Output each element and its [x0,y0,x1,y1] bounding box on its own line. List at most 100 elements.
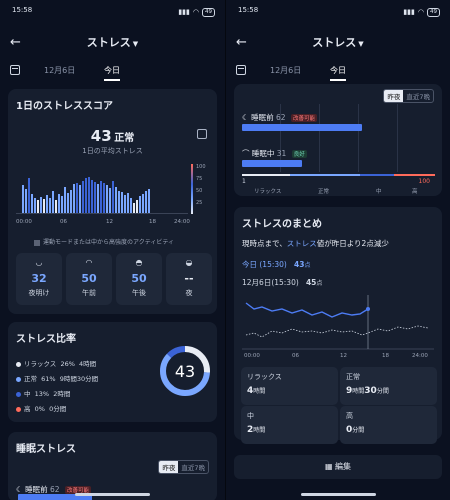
stress-bar [31,194,33,213]
toggle-last-night[interactable]: 昨夜 [159,461,179,473]
date-tabs: 12月6日 今日 [226,62,450,81]
stress-bar [115,187,117,213]
prev-series-line [245,325,429,338]
navbar: ← ストレス ▼ [0,34,225,54]
stress-bar [136,200,138,213]
stress-bar [124,195,126,213]
status-time: 15:58 [12,6,33,14]
tile-dawn[interactable]: ◡ 32 夜明け [16,253,62,305]
stress-bar [22,185,24,213]
score-subtitle: 1日の平均ストレス [82,147,143,155]
score-value: 43 [90,127,112,145]
stat-medium[interactable]: 中 2時間 [241,406,338,444]
stress-bar [28,178,30,213]
card-title: 1日のストレススコア [16,101,113,112]
ratio-row-relax: リラックス 26% 4時間 [16,358,96,368]
stress-bar [106,185,108,213]
summary-line-chart [242,295,434,350]
signal-icon: ▮▮▮ [403,8,415,16]
stress-summary-card: ストレスのまとめ 現時点まで、ストレス値が昨日より2点減少 今日 (15:30)… [234,207,442,444]
edit-icon: ▦ [324,462,333,471]
stress-bar [85,178,87,213]
stress-bar [79,185,81,213]
daily-score: 43 正常 [8,127,217,145]
stress-bar [97,184,99,213]
home-indicator [301,493,376,496]
card-title: ストレス比率 [16,334,76,345]
stress-bar [49,198,51,213]
card-title: 睡眠ストレス [16,444,76,455]
stress-bar [94,182,96,213]
stress-bar [121,192,123,213]
edit-button[interactable]: ▦ 編集 [234,455,442,479]
stress-bar [37,200,39,213]
stress-bar [67,193,69,213]
stress-link[interactable]: ストレス [287,239,317,248]
stress-bar [145,191,147,213]
card-title: ストレスのまとめ [242,219,322,230]
stat-high[interactable]: 高 0分間 [340,406,437,444]
tab-today[interactable]: 今日 [330,65,346,81]
date-tabs: 12月6日 今日 [0,62,225,81]
chevron-down-icon: ▼ [358,40,364,48]
tab-dec6[interactable]: 12月6日 [270,65,301,76]
ratio-row-high: 高 0% 0分間 [16,403,66,413]
activity-legend: 運動モードまたは中から高強度のアクティビティ [34,237,174,246]
current-point [366,307,370,311]
stress-ratio-card: ストレス比率 リラックス 26% 4時間 正常 61% 9時間30分間 中 13… [8,322,217,422]
stress-bar [61,196,63,213]
sleep-icon: ⌒ [242,149,250,158]
status-bar: 15:58 ▮▮▮ ◠ 49 [238,6,440,18]
stat-normal[interactable]: 正常 9時間30分間 [340,367,437,405]
bed-icon: ☾ [16,485,23,494]
pre-sleep-bar [242,124,362,131]
tile-morning[interactable]: ◠ 50 午前 [66,253,112,305]
stress-bar [133,203,135,213]
bed-icon: ☾ [242,113,249,122]
sleep-period-toggle[interactable]: 昨夜 直近7晩 [383,89,434,103]
stress-bar [100,181,102,213]
ratio-row-normal: 正常 61% 9時間30分間 [16,373,98,383]
page-title[interactable]: ストレス ▼ [226,34,450,50]
sunset-icon: ◒ [185,258,193,267]
chevron-down-icon: ▼ [132,40,139,48]
toggle-last-7[interactable]: 直近7晩 [178,461,208,473]
left-screen: 15:58 ▮▮▮ ◠ 49 ← ストレス ▼ 12月6日 今日 1日のストレスス… [0,0,225,500]
page-title[interactable]: ストレス ▼ [0,34,225,50]
stress-bar [52,191,54,213]
daily-stress-chart [16,164,188,214]
stress-bar [73,184,75,213]
stress-bar [148,189,150,213]
y-ticks: 100 75 50 25 [196,164,206,206]
tile-night[interactable]: ◒ -- 夜 [166,253,212,305]
daily-score-card: 1日のストレススコア 43 正常 1日の平均ストレス 100 75 50 25 … [8,89,217,314]
today-series-line [245,302,369,318]
during-sleep-row: ⌒ 睡眠中 31 良好 [242,149,307,158]
wifi-icon: ◠ [417,8,424,16]
stress-bar [142,194,144,213]
sunrise-icon: ◡ [35,258,43,267]
tile-afternoon[interactable]: ◓ 50 午後 [116,253,162,305]
stress-bar [40,197,42,213]
stress-bar [43,199,45,213]
stress-bar [130,198,132,213]
stress-bar [103,183,105,213]
navbar: ← ストレス ▼ [226,34,450,54]
stress-bar [82,181,84,213]
tab-today[interactable]: 今日 [104,65,120,81]
donut-score: 43 [175,362,195,381]
signal-icon: ▮▮▮ [178,8,190,16]
tab-dec6[interactable]: 12月6日 [44,65,75,76]
stress-bar [127,193,129,213]
calendar-icon[interactable] [236,65,246,75]
pre-sleep-row: ☾ 睡眠前 62 改善可能 [242,113,317,122]
sleep-stress-card-detail: 昨夜 直近7晩 ☾ 睡眠前 62 改善可能 ⌒ 睡眠中 31 良好 1 100 … [234,84,442,196]
during-sleep-bar [242,160,302,167]
stat-relax[interactable]: リラックス 4時間 [241,367,338,405]
morning-icon: ◠ [85,258,93,267]
calendar-icon[interactable] [10,65,20,75]
fullscreen-icon[interactable] [197,129,207,139]
sleep-period-toggle[interactable]: 昨夜 直近7晩 [158,460,209,474]
status-bar: 15:58 ▮▮▮ ◠ 49 [12,6,215,18]
stress-bar [91,180,93,213]
